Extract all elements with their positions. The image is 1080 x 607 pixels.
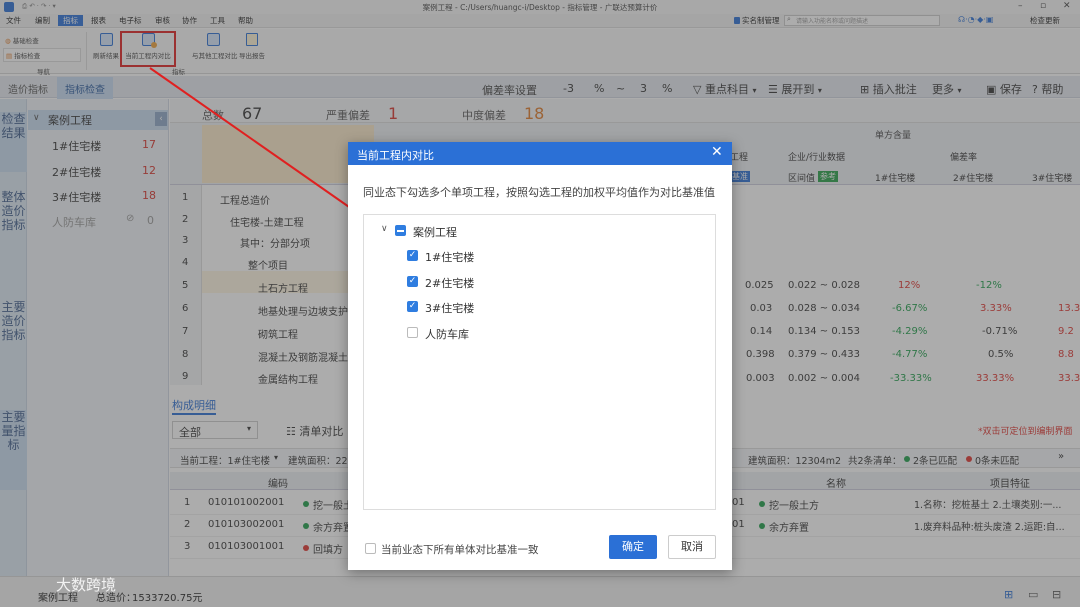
watermark: 大数跨境 [56, 576, 117, 594]
cancel-button[interactable]: 取消 [668, 535, 716, 559]
check-icon: ✓ [408, 301, 417, 311]
footer-checkbox[interactable] [365, 543, 376, 554]
close-icon[interactable]: ✕ [711, 144, 723, 160]
dialog-description: 同业态下勾选多个单项工程，按照勾选工程的加权平均值作为对比基准值 [363, 186, 715, 199]
checkbox-2[interactable]: ✓ [407, 276, 418, 287]
checkbox-4[interactable] [407, 327, 418, 338]
item-label-3: 3#住宅楼 [425, 302, 475, 315]
ok-button[interactable]: 确定 [609, 535, 657, 559]
status-total-value: 1533720.75元 [132, 593, 203, 604]
checkbox-3[interactable]: ✓ [407, 301, 418, 312]
partial-mark-icon [397, 230, 404, 232]
cancel-label: 取消 [681, 540, 703, 553]
item-label-4: 人防车库 [425, 328, 469, 341]
check-icon: ✓ [408, 276, 417, 286]
root-label: 案例工程 [413, 226, 457, 239]
root-checkbox[interactable] [395, 225, 406, 236]
compare-dialog: 当前工程内对比 ✕ 同业态下勾选多个单项工程，按照勾选工程的加权平均值作为对比基… [348, 142, 732, 570]
check-icon: ✓ [408, 250, 417, 260]
checkbox-1[interactable]: ✓ [407, 250, 418, 261]
ok-label: 确定 [622, 540, 644, 553]
item-label-2: 2#住宅楼 [425, 277, 475, 290]
item-label-1: 1#住宅楼 [425, 251, 475, 264]
footer-check-label: 当前业态下所有单体对比基准一致 [381, 544, 539, 556]
chevron-down-icon[interactable]: ∨ [381, 224, 388, 234]
dialog-title: 当前工程内对比 [357, 149, 434, 162]
